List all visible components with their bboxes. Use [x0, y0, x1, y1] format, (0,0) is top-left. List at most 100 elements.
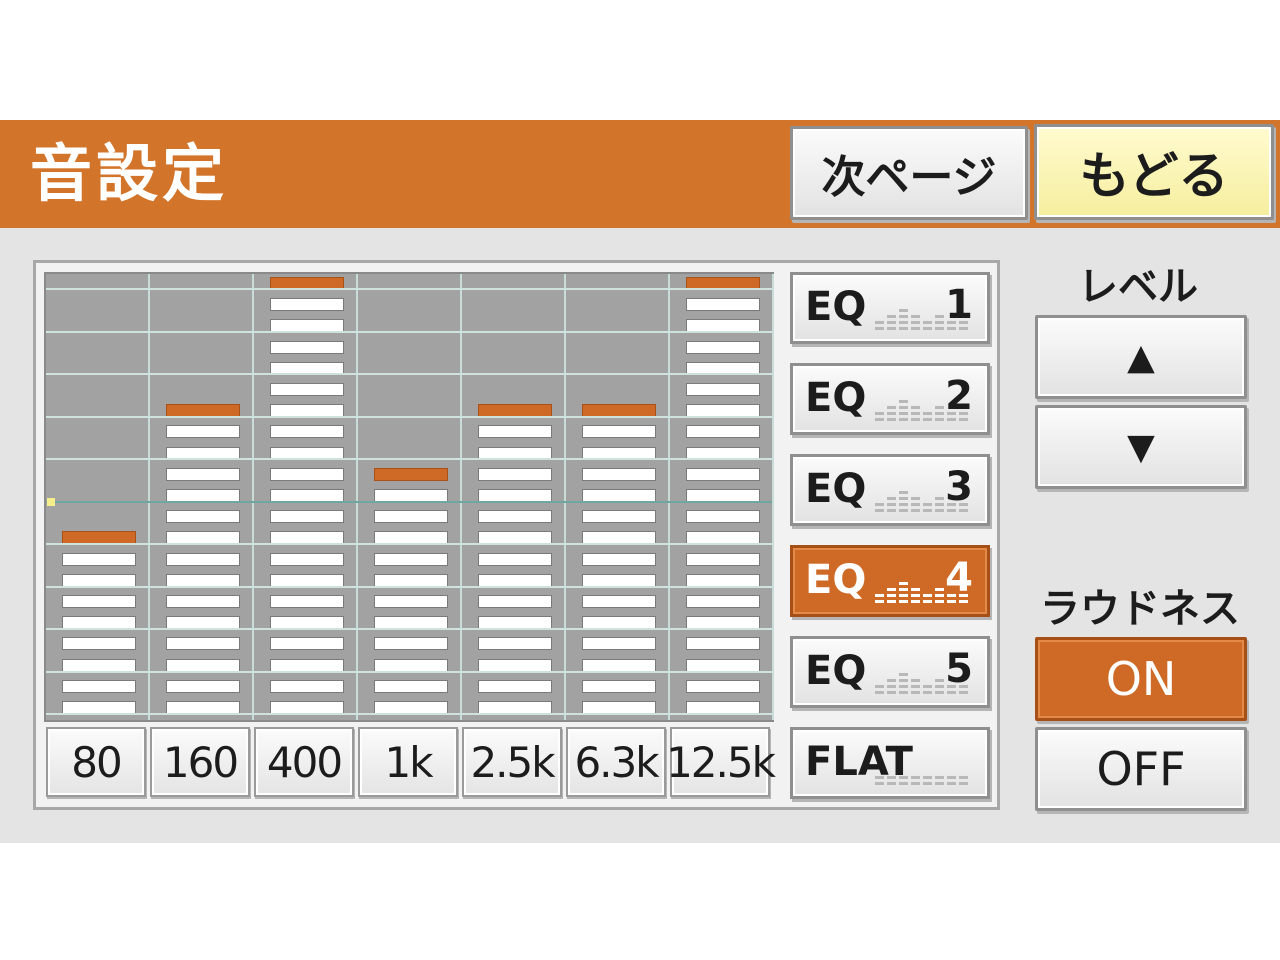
freq-button-80[interactable]: 80 — [46, 727, 146, 797]
freq-button-12-5k[interactable]: 12.5k — [666, 727, 776, 797]
icon-bar — [899, 309, 908, 312]
freq-button-6-3k[interactable]: 6.3k — [566, 727, 666, 797]
band-column-12-5k[interactable] — [670, 274, 774, 720]
icon-bar — [959, 594, 968, 597]
eq-preset-label: EQ — [805, 284, 867, 330]
icon-bar — [911, 412, 920, 415]
icon-bar — [923, 321, 932, 324]
band-level-segment — [478, 679, 552, 693]
icon-bar — [899, 776, 908, 779]
band-level-segment — [582, 679, 656, 693]
freq-button-1k[interactable]: 1k — [358, 727, 458, 797]
grid-line — [46, 415, 772, 418]
eq-preset-label: EQ — [805, 557, 867, 603]
icon-bar — [911, 503, 920, 506]
back-button[interactable]: もどる — [1034, 124, 1274, 220]
band-level-segment — [166, 425, 240, 439]
band-level-segment — [270, 425, 344, 439]
eq-preset-1-button[interactable]: EQ 1 — [790, 272, 990, 344]
band-level-segment — [686, 595, 760, 608]
band-level-segment — [270, 510, 344, 524]
icon-bar — [947, 321, 956, 324]
freq-button-160[interactable]: 160 — [150, 727, 250, 797]
icon-bar — [935, 412, 944, 415]
icon-bar — [875, 503, 884, 506]
eq-flat-button[interactable]: FLAT — [790, 727, 990, 799]
band-column-1k[interactable] — [358, 274, 462, 720]
band-level-segment — [478, 552, 552, 566]
freq-button-400[interactable]: 400 — [254, 727, 354, 797]
icon-bar — [911, 315, 920, 318]
icon-bar — [935, 418, 944, 421]
eq-preset-2-button[interactable]: EQ 2 — [790, 363, 990, 435]
icon-bar — [899, 406, 908, 409]
band-level-segment — [270, 595, 344, 608]
band-column-400[interactable] — [254, 274, 358, 720]
icon-bar — [911, 321, 920, 324]
eq-preset-3-button[interactable]: EQ 3 — [790, 454, 990, 526]
band-level-segment — [478, 637, 552, 651]
icon-bar — [923, 776, 932, 779]
icon-bar — [959, 321, 968, 324]
page-title: 音設定 — [30, 137, 229, 210]
grid-line — [46, 330, 772, 333]
eq-preset-4-button[interactable]: EQ 4 — [790, 545, 990, 617]
band-level-segment — [686, 383, 760, 396]
equalizer-bars-icon — [875, 673, 968, 694]
icon-bar — [887, 315, 896, 318]
band-column-2-5k[interactable] — [462, 274, 566, 720]
icon-bar — [899, 588, 908, 591]
band-level-segment — [270, 340, 344, 354]
icon-bar — [899, 600, 908, 603]
icon-bar — [935, 594, 944, 597]
icon-bar — [947, 503, 956, 506]
icon-bar — [959, 782, 968, 785]
grid-line — [46, 288, 772, 290]
freq-button-2-5k[interactable]: 2.5k — [462, 727, 562, 797]
icon-bar — [911, 679, 920, 682]
icon-bar — [959, 509, 968, 512]
band-column-160[interactable] — [150, 274, 254, 720]
icon-bar — [911, 685, 920, 688]
band-column-80[interactable] — [46, 274, 150, 720]
icon-bar — [911, 418, 920, 421]
equalizer-bars-icon — [875, 582, 968, 603]
triangle-down-icon: ▼ — [1127, 426, 1155, 468]
icon-bar — [923, 509, 932, 512]
band-level-segment — [270, 637, 344, 651]
icon-bar — [935, 782, 944, 785]
icon-bar — [935, 600, 944, 603]
loudness-off-button[interactable]: OFF — [1035, 727, 1247, 811]
level-label: レベル — [1078, 264, 1198, 310]
band-level-segment — [270, 552, 344, 566]
icon-bar — [935, 679, 944, 682]
grid-line — [46, 500, 772, 503]
icon-bar — [887, 685, 896, 688]
band-column-6-3k[interactable] — [566, 274, 670, 720]
icon-bar — [959, 776, 968, 779]
level-down-button[interactable]: ▼ — [1035, 405, 1247, 489]
band-level-segment — [686, 637, 760, 651]
band-level-segment — [582, 637, 656, 651]
icon-bar — [875, 776, 884, 779]
band-level-segment — [62, 679, 136, 693]
icon-bar — [923, 782, 932, 785]
level-up-button[interactable]: ▲ — [1035, 315, 1247, 399]
icon-bar — [947, 327, 956, 330]
loudness-on-button[interactable]: ON — [1035, 637, 1247, 721]
icon-bar — [935, 327, 944, 330]
band-level-segment — [582, 595, 656, 608]
band-level-segment — [478, 510, 552, 524]
triangle-up-icon: ▲ — [1127, 336, 1155, 378]
icon-bar — [935, 321, 944, 324]
icon-bar — [935, 691, 944, 694]
icon-bar — [875, 685, 884, 688]
icon-bar — [947, 776, 956, 779]
next-page-button[interactable]: 次ページ — [790, 126, 1028, 220]
eq-preset-5-button[interactable]: EQ 5 — [790, 636, 990, 708]
icon-bar — [887, 509, 896, 512]
icon-bar — [947, 782, 956, 785]
icon-bar — [899, 679, 908, 682]
band-level-segment — [270, 298, 344, 312]
icon-bar — [887, 503, 896, 506]
